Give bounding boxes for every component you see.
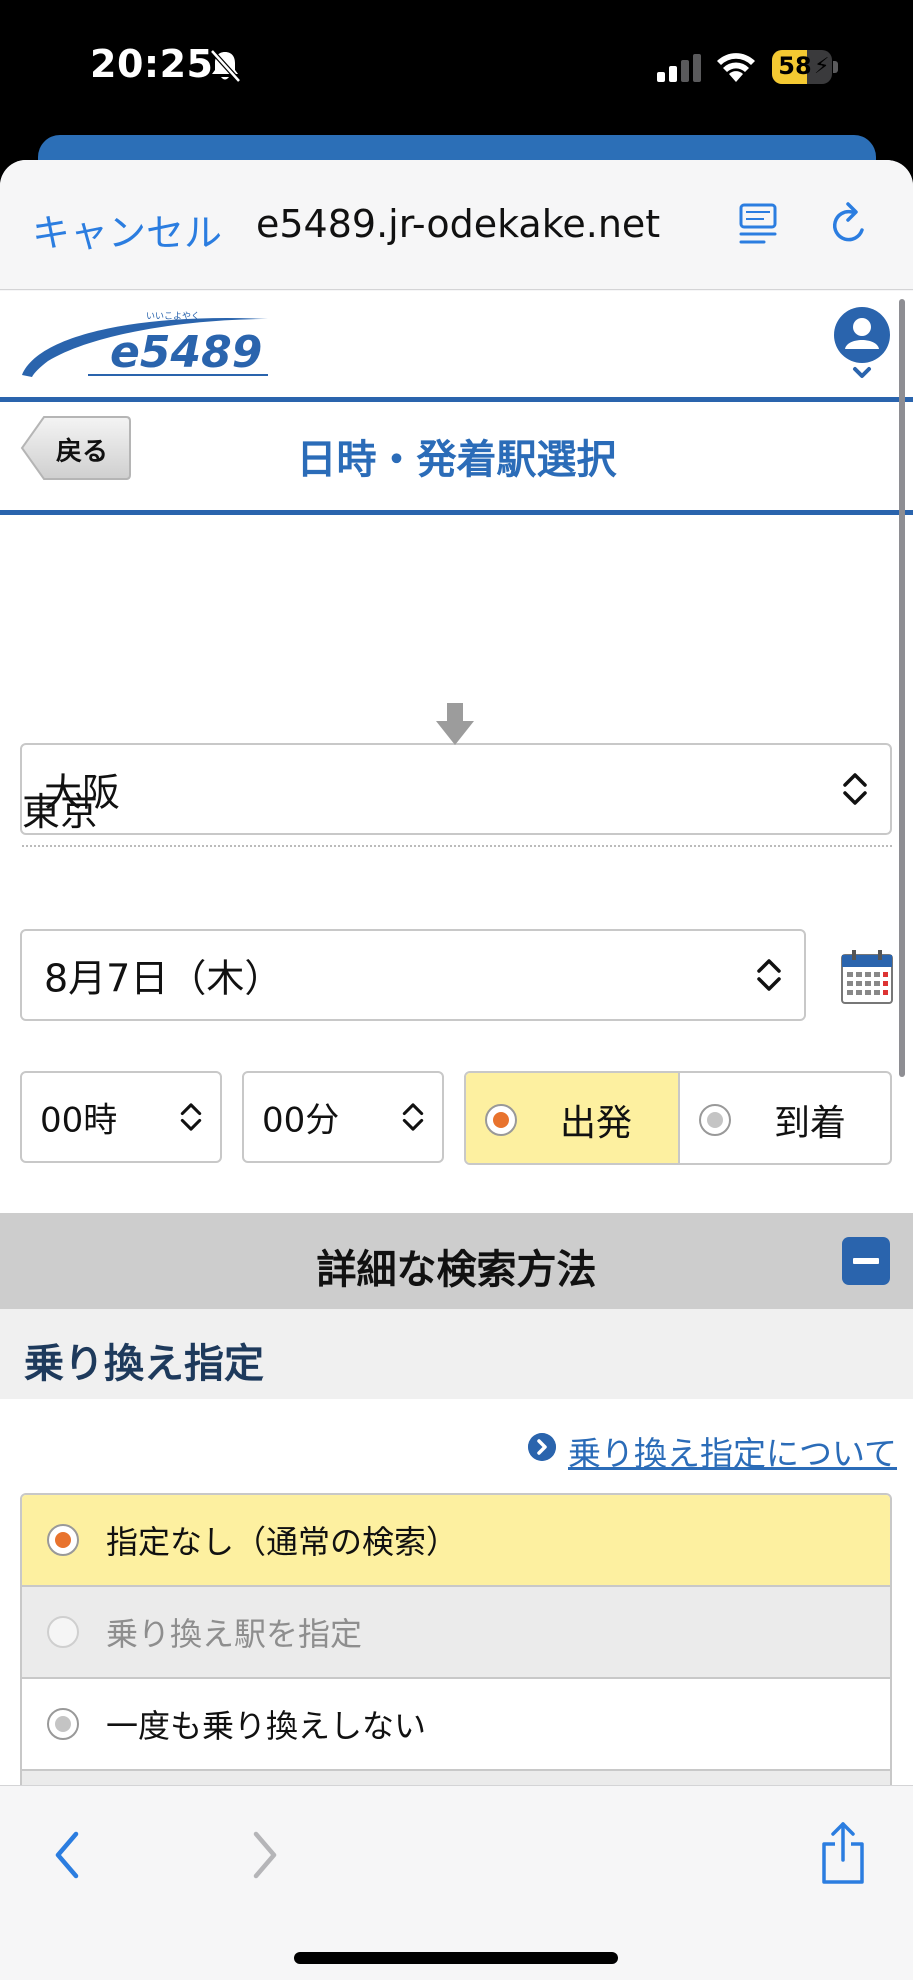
collapse-minus-icon[interactable] — [842, 1237, 890, 1285]
browser-bottom-bar — [0, 1785, 913, 1980]
reader-mode-icon[interactable] — [738, 202, 778, 246]
calendar-icon[interactable] — [840, 949, 894, 1005]
minute-select[interactable]: 00分 — [242, 1071, 444, 1163]
hour-select[interactable]: 00時 — [20, 1071, 222, 1163]
forward-arrow-icon[interactable] — [248, 1828, 282, 1882]
chevron-updown-icon — [757, 959, 781, 991]
advanced-search-title: 詳細な検索方法 — [316, 1247, 597, 1293]
battery-level: 58 — [778, 52, 812, 80]
reload-icon[interactable] — [828, 200, 872, 248]
back-arrow-icon[interactable] — [50, 1828, 84, 1882]
radio-unselected-icon — [699, 1104, 731, 1136]
option-no-transfer[interactable]: 一度も乗り換えしない — [22, 1679, 890, 1771]
depart-arrive-toggle: 出発 到着 — [464, 1071, 892, 1165]
arrive-label: 到着 — [774, 1103, 847, 1144]
url-display[interactable]: e5489.jr-odekake.net — [256, 202, 660, 246]
date-select[interactable]: 8月7日（木） — [20, 929, 806, 1021]
radio-selected-icon — [485, 1104, 517, 1136]
share-icon[interactable] — [818, 1820, 868, 1886]
chevron-updown-icon — [180, 1103, 202, 1131]
option-label: 指定なし（通常の検索） — [106, 1523, 459, 1561]
hour-value: 00時 — [40, 1100, 118, 1141]
option-no-preference[interactable]: 指定なし（通常の検索） — [22, 1495, 890, 1587]
transfer-subheading: 乗り換え指定 — [24, 1341, 264, 1387]
transfer-help-text: 乗り換え指定について — [568, 1434, 898, 1473]
bolt-icon: ⚡ — [814, 54, 830, 79]
battery-charging-icon: 58 ⚡ — [772, 50, 838, 84]
transfer-subheader: 乗り換え指定 — [0, 1309, 913, 1399]
chevron-circle-right-icon — [528, 1433, 556, 1461]
browser-top-bar: キャンセル e5489.jr-odekake.net — [0, 160, 913, 290]
depart-label: 出発 — [560, 1103, 633, 1144]
minute-value: 00分 — [262, 1100, 340, 1141]
destination-underline — [22, 845, 892, 847]
page-scrollbar[interactable] — [899, 299, 905, 1077]
home-indicator[interactable] — [294, 1952, 618, 1964]
arrive-option[interactable]: 到着 — [680, 1073, 890, 1163]
chevron-updown-icon — [402, 1103, 424, 1131]
date-value: 8月7日（木） — [44, 956, 283, 1001]
down-arrow-icon — [436, 703, 474, 745]
option-specify-transfer-station: 乗り換え駅を指定 — [22, 1587, 890, 1679]
cellular-signal-icon — [657, 54, 701, 82]
option-label: 乗り換え駅を指定 — [106, 1615, 363, 1653]
option-label: 一度も乗り換えしない — [106, 1707, 427, 1745]
status-bar: 20:25 58 ⚡ — [0, 0, 913, 135]
depart-option[interactable]: 出発 — [466, 1073, 678, 1163]
radio-unselected-icon — [47, 1708, 79, 1740]
status-time: 20:25 — [90, 42, 214, 86]
page-content: 東京 8月7日（木） 00時 00分 出発 到着 詳細な検索方法 乗り換え指定 … — [0, 291, 913, 1785]
destination-station[interactable]: 東京 — [22, 781, 98, 836]
transfer-options: 指定なし（通常の検索） 乗り換え駅を指定 一度も乗り換えしない — [20, 1493, 892, 1785]
option-partial-row — [22, 1771, 890, 1785]
radio-selected-icon — [47, 1524, 79, 1556]
radio-disabled-icon — [47, 1616, 79, 1648]
cancel-button[interactable]: キャンセル — [32, 202, 222, 257]
bell-slash-icon — [210, 49, 241, 83]
advanced-search-header[interactable]: 詳細な検索方法 — [0, 1213, 913, 1309]
wifi-icon — [717, 53, 755, 82]
